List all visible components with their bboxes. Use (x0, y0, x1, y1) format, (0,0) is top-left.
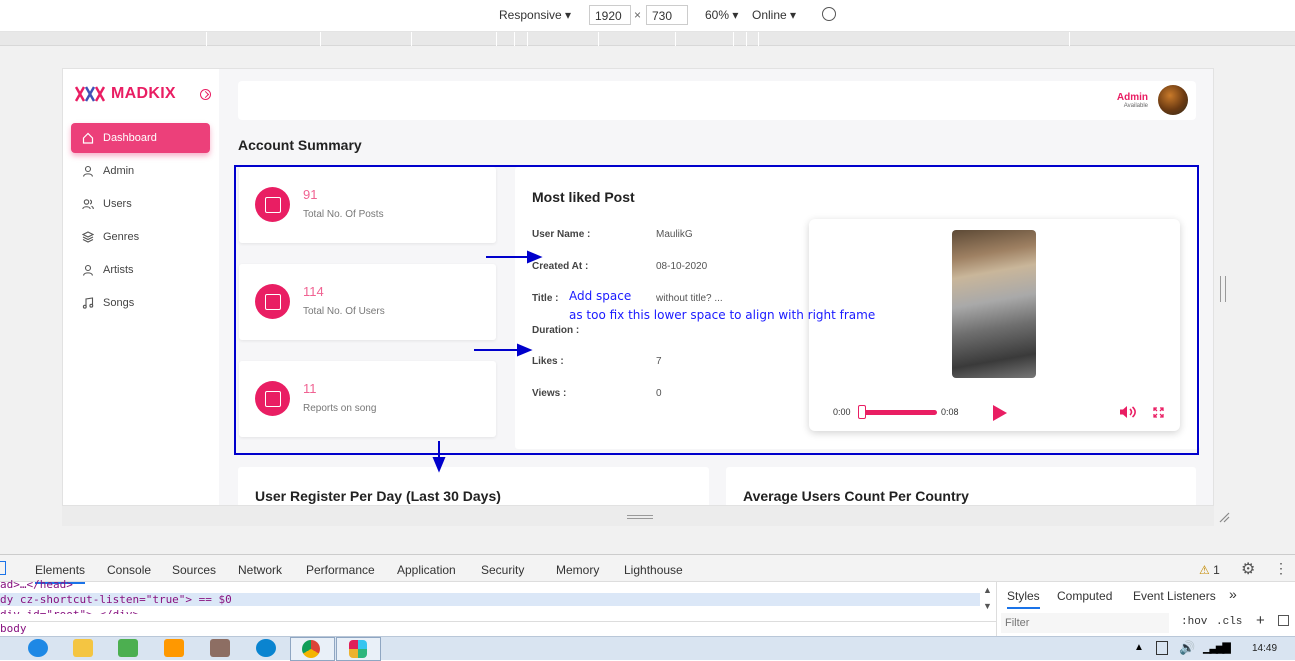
network-icon[interactable] (1156, 641, 1168, 655)
tab-lighthouse[interactable]: Lighthouse (624, 563, 683, 577)
tab-network[interactable]: Network (238, 563, 282, 577)
warning-badge[interactable]: ⚠ 1 (1199, 563, 1220, 577)
speaker-icon[interactable]: 🔊 (1179, 640, 1195, 656)
more-options-icon[interactable]: ⋮ (1274, 560, 1288, 577)
signal-icon[interactable]: ▁▃▅▇ (1203, 641, 1231, 654)
media-player-icon[interactable] (164, 639, 184, 657)
styles-filter-input[interactable] (1001, 613, 1169, 633)
new-style-rule-icon[interactable]: + (1256, 612, 1265, 629)
tray-expand-icon[interactable]: ▲ (1134, 642, 1144, 653)
breadcrumb-body[interactable]: body (0, 622, 27, 635)
tab-memory[interactable]: Memory (556, 563, 599, 577)
annotation-note-line2: as too fix this lower space to align wit… (569, 308, 876, 322)
chevron-right-icon[interactable]: » (1229, 586, 1237, 602)
chrome-icon (302, 640, 320, 658)
settings-gear-icon[interactable]: ⚙ (1241, 559, 1255, 579)
dom-node-body[interactable]: dy cz-shortcut-listen="true"> == $0 (0, 593, 980, 606)
tab-event-listeners[interactable]: Event Listeners (1133, 589, 1216, 603)
taskbar-clock[interactable]: 14:49 (1252, 643, 1277, 654)
dom-node-head[interactable]: ad>…</head> (0, 578, 73, 591)
tab-security[interactable]: Security (481, 563, 524, 577)
edge-icon[interactable] (256, 639, 276, 657)
tab-console[interactable]: Console (107, 563, 151, 577)
file-explorer-icon[interactable] (73, 639, 93, 657)
tab-styles[interactable]: Styles (1007, 589, 1040, 609)
styles-pane: Styles Computed Event Listeners » :hov .… (996, 582, 1295, 637)
annotation-note-line1: Add space (569, 289, 632, 303)
internet-explorer-icon[interactable] (28, 639, 48, 657)
tab-computed[interactable]: Computed (1057, 589, 1112, 603)
tab-performance[interactable]: Performance (306, 563, 375, 577)
devtools-tabs: Elements Console Sources Network Perform… (0, 555, 1295, 584)
app-icon[interactable] (118, 639, 138, 657)
toggle-sidebar-icon[interactable] (1278, 615, 1289, 626)
device-toggle-icon[interactable] (0, 561, 6, 575)
tab-sources[interactable]: Sources (172, 563, 216, 577)
os-taskbar: ▲ 🔊 ▁▃▅▇ 14:49 (0, 636, 1295, 661)
dom-node-root[interactable]: div id="root">…</div> (0, 608, 139, 614)
tab-application[interactable]: Application (397, 563, 456, 577)
slack-icon (349, 640, 367, 658)
app-icon[interactable] (210, 639, 230, 657)
devtools-panel: Elements Console Sources Network Perform… (0, 554, 1295, 637)
breadcrumb: body (0, 621, 996, 637)
hov-toggle[interactable]: :hov (1181, 616, 1207, 628)
scroll-up-icon[interactable]: ▲ (983, 585, 992, 595)
scroll-down-icon[interactable]: ▼ (983, 601, 992, 611)
cls-toggle[interactable]: .cls (1216, 616, 1242, 628)
